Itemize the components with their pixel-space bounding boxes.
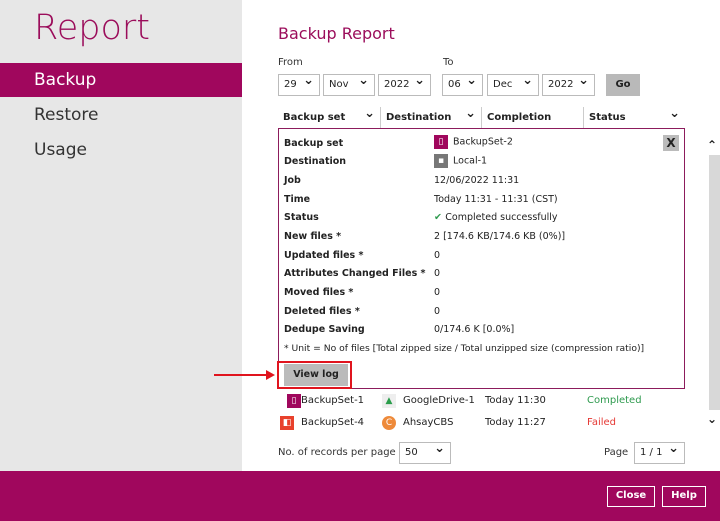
check-icon: ✔: [434, 212, 446, 223]
column-label: Completion: [487, 112, 552, 123]
chevron-down-icon: ⌄: [668, 441, 679, 456]
close-detail-button[interactable]: X: [663, 135, 679, 151]
file-icon: ▯: [434, 135, 448, 149]
annotation-arrow-icon: [214, 370, 275, 380]
chevron-down-icon: ⌄: [358, 73, 369, 88]
detail-label: Attributes Changed Files *: [284, 268, 426, 279]
scroll-down-icon[interactable]: ⌄: [707, 412, 717, 426]
detail-label: New files *: [284, 231, 342, 242]
sidebar-item-restore[interactable]: Restore: [0, 98, 242, 132]
detail-value-destination: ▪ Local-1: [434, 154, 487, 168]
from-label: From: [278, 57, 303, 68]
detail-value: 0/174.6 K [0.0%]: [434, 324, 515, 335]
chevron-down-icon: ⌄: [364, 106, 375, 121]
local-drive-icon: ▪: [434, 154, 448, 168]
to-year-select[interactable]: 2022 ⌄: [542, 73, 595, 96]
detail-label: Destination: [284, 156, 347, 167]
from-year-value: 2022: [384, 79, 410, 90]
page-value: 1 / 1: [640, 447, 663, 458]
from-month-value: Nov: [329, 79, 349, 90]
to-label: To: [443, 57, 454, 68]
help-button[interactable]: Help: [662, 486, 706, 507]
detail-label: Moved files *: [284, 287, 354, 298]
detail-value: 2 [174.6 KB/174.6 KB (0%)]: [434, 231, 566, 242]
chevron-down-icon: ⌄: [303, 73, 314, 88]
detail-value-backup-set: ▯ BackupSet-2: [434, 135, 513, 149]
records-per-page-select[interactable]: 50 ⌄: [399, 441, 451, 464]
detail-label: Backup set: [284, 138, 344, 149]
sidebar-item-usage[interactable]: Usage: [0, 133, 242, 167]
table-row[interactable]: ▯ BackupSet-1 ▲ GoogleDrive-1 Today 11:3…: [280, 391, 680, 411]
app-title: Report: [34, 8, 151, 48]
chevron-down-icon: ⌄: [669, 106, 680, 121]
detail-value: 0: [434, 306, 441, 317]
chevron-down-icon: ⌄: [465, 106, 476, 121]
from-day-value: 29: [284, 79, 297, 90]
chevron-down-icon: ⌄: [466, 73, 477, 88]
cell-status: Failed: [587, 417, 617, 428]
detail-label: Updated files *: [284, 250, 364, 261]
sidebar-item-backup[interactable]: Backup: [0, 63, 242, 97]
detail-value-text: BackupSet-2: [453, 136, 513, 148]
file-icon: ▯: [280, 394, 301, 408]
chevron-down-icon: ⌄: [434, 441, 445, 456]
column-header-completion[interactable]: Completion: [481, 107, 583, 128]
to-day-value: 06: [448, 79, 461, 90]
annotation-highlight-box: [277, 361, 352, 389]
cell-completion: Today 11:30: [485, 395, 546, 406]
detail-value: Today 11:31 - 11:31 (CST): [434, 194, 558, 205]
detail-value: 0: [434, 268, 441, 279]
detail-label: Time: [284, 194, 311, 205]
close-button[interactable]: Close: [607, 486, 655, 507]
unit-note: * Unit = No of files [Total zipped size …: [284, 343, 645, 354]
detail-value: 0: [434, 250, 441, 261]
column-label: Backup set: [283, 112, 346, 123]
cell-completion: Today 11:27: [485, 417, 546, 428]
cell-status: Completed: [587, 395, 642, 406]
detail-value-status: ✔ Completed successfully: [434, 212, 558, 223]
page-title: Backup Report: [278, 24, 395, 43]
column-label: Destination: [386, 112, 452, 123]
from-day-select[interactable]: 29 ⌄: [278, 73, 320, 96]
to-year-value: 2022: [548, 79, 574, 90]
cell-destination: GoogleDrive-1: [403, 395, 475, 406]
scrollbar[interactable]: [709, 155, 720, 410]
chevron-down-icon: ⌄: [414, 73, 425, 88]
detail-label: Job: [284, 175, 301, 186]
detail-label: Status: [284, 212, 319, 223]
backup-detail-panel: X Backup set ▯ BackupSet-2 Destination ▪ L…: [278, 128, 685, 389]
to-month-select[interactable]: Dec ⌄: [487, 73, 539, 96]
detail-label: Deleted files *: [284, 306, 360, 317]
detail-value: 0: [434, 287, 441, 298]
scroll-up-icon[interactable]: ⌃: [707, 138, 717, 152]
cell-backup-set: BackupSet-4: [301, 417, 365, 428]
cell-destination: AhsayCBS: [403, 417, 454, 428]
table-row[interactable]: ◧ BackupSet-4 C AhsayCBS Today 11:27 Fai…: [280, 413, 680, 433]
records-value: 50: [405, 447, 418, 458]
column-header-backup-set[interactable]: Backup set ⌄: [278, 106, 380, 128]
page-label: Page: [604, 447, 629, 458]
cell-backup-set: BackupSet-1: [301, 395, 365, 406]
detail-value: 12/06/2022 11:31: [434, 175, 520, 186]
detail-value-text: Completed successfully: [445, 212, 558, 223]
detail-value-text: Local-1: [453, 155, 488, 167]
page-select[interactable]: 1 / 1 ⌄: [634, 441, 685, 464]
from-year-select[interactable]: 2022 ⌄: [378, 73, 431, 96]
go-button[interactable]: Go: [606, 74, 640, 96]
chevron-down-icon: ⌄: [522, 73, 533, 88]
column-header-destination[interactable]: Destination ⌄: [380, 106, 481, 128]
to-day-select[interactable]: 06 ⌄: [442, 73, 483, 96]
detail-label: Dedupe Saving: [284, 324, 365, 335]
records-per-page-label: No. of records per page: [278, 447, 396, 458]
column-header-status[interactable]: Status ⌄: [583, 106, 685, 128]
to-month-value: Dec: [493, 79, 513, 90]
from-month-select[interactable]: Nov ⌄: [323, 73, 375, 96]
chevron-down-icon: ⌄: [578, 73, 589, 88]
column-label: Status: [589, 112, 626, 123]
